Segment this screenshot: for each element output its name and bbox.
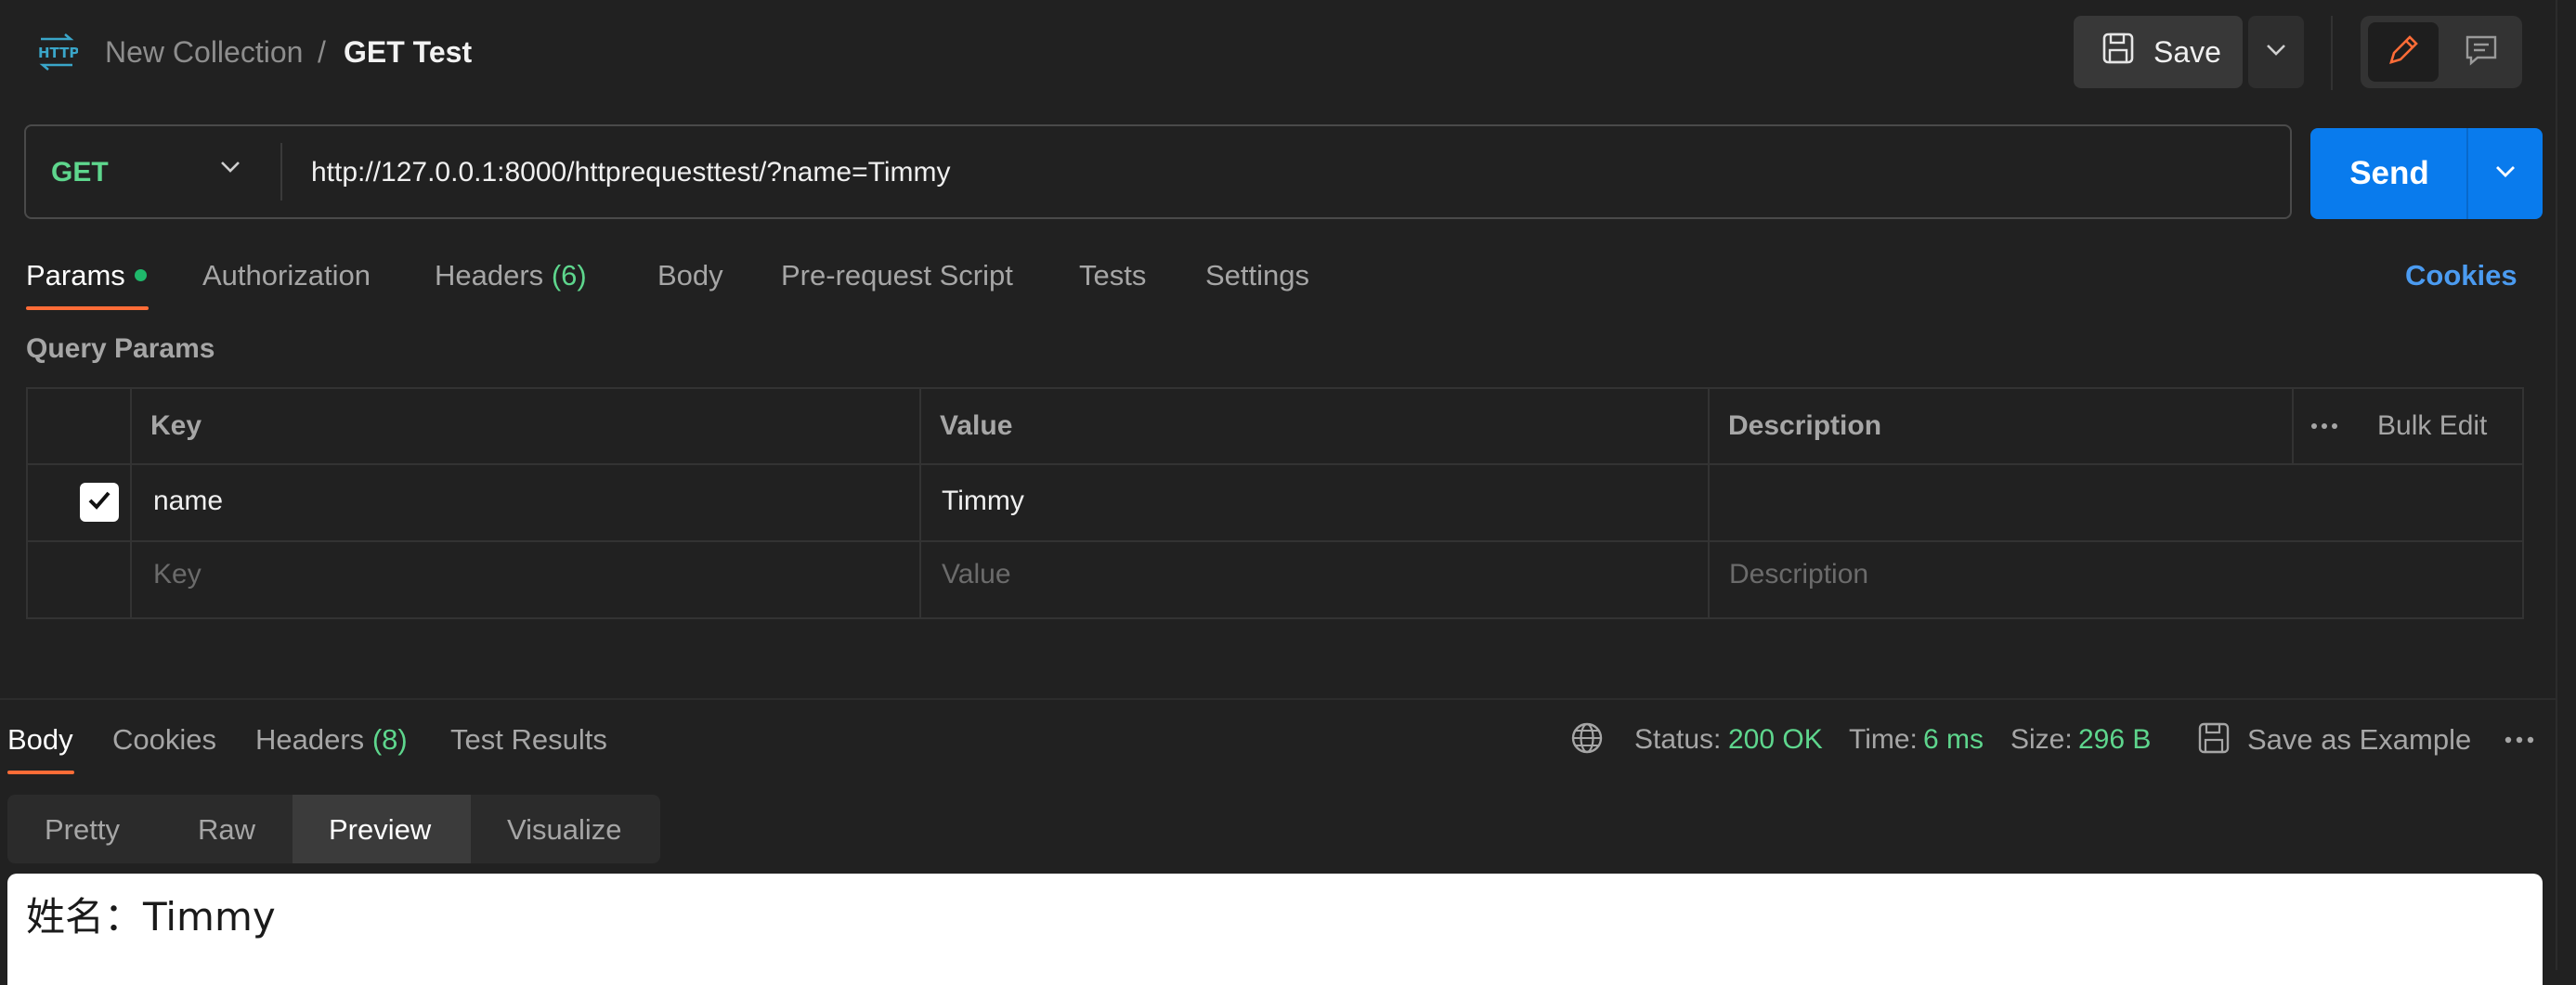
- tab-headers-count: (6): [551, 259, 587, 292]
- column-header-description: Description: [1728, 410, 1882, 441]
- bulk-edit-button[interactable]: Bulk Edit: [2377, 408, 2487, 444]
- pencil-icon: [2386, 32, 2421, 72]
- url-input[interactable]: http://127.0.0.1:8000/httprequesttest/?n…: [311, 155, 950, 190]
- method-select[interactable]: GET: [51, 156, 109, 189]
- save-as-example-button[interactable]: Save as Example: [2247, 721, 2471, 758]
- http-icon: HTTP: [35, 32, 79, 72]
- tab-headers-label: Headers: [435, 259, 544, 292]
- tab-body[interactable]: Body: [657, 257, 723, 294]
- check-icon: [85, 486, 113, 519]
- response-tab-body[interactable]: Body: [7, 721, 73, 758]
- response-divider[interactable]: [0, 698, 2556, 700]
- header-divider: [2331, 16, 2333, 90]
- chevron-down-icon[interactable]: [219, 160, 241, 179]
- query-params-table: [26, 387, 2524, 619]
- param-value-cell[interactable]: Timmy: [942, 484, 1024, 519]
- breadcrumb-separator: /: [318, 35, 326, 69]
- tab-params[interactable]: Params: [26, 257, 125, 294]
- active-tab-indicator: [26, 306, 149, 310]
- url-divider: [280, 143, 282, 201]
- table-divider: [1708, 387, 1710, 619]
- save-options-button[interactable]: [2248, 16, 2304, 88]
- table-divider: [26, 463, 2524, 465]
- response-preview-text: 姓名：Timmy: [26, 894, 276, 940]
- response-tab-headers[interactable]: Headers (8): [255, 721, 408, 758]
- response-tab-headers-count: (8): [371, 723, 408, 756]
- time-value[interactable]: 6 ms: [1923, 721, 1984, 758]
- size-value[interactable]: 296 B: [2078, 721, 2151, 758]
- save-icon[interactable]: [2197, 720, 2231, 760]
- view-raw[interactable]: Raw: [198, 811, 255, 849]
- tab-tests[interactable]: Tests: [1079, 257, 1146, 294]
- view-preview[interactable]: Preview: [329, 811, 431, 849]
- response-tab-test-results[interactable]: Test Results: [450, 721, 607, 758]
- tab-authorization[interactable]: Authorization: [202, 257, 371, 294]
- globe-icon[interactable]: [1569, 720, 1605, 760]
- query-params-title: Query Params: [26, 333, 215, 364]
- table-divider: [2292, 387, 2294, 464]
- new-description-input[interactable]: Description: [1729, 557, 1868, 592]
- chevron-down-icon: [2494, 164, 2517, 184]
- new-value-input[interactable]: Value: [942, 557, 1011, 592]
- view-visualize[interactable]: Visualize: [507, 811, 622, 849]
- param-enabled-checkbox[interactable]: [80, 483, 119, 522]
- column-header-key: Key: [150, 410, 202, 441]
- save-button[interactable]: Save: [2074, 16, 2243, 88]
- save-label: Save: [2153, 34, 2221, 69]
- tab-settings[interactable]: Settings: [1205, 257, 1309, 294]
- response-preview-pane: [7, 874, 2543, 985]
- tab-prerequest-script[interactable]: Pre-request Script: [781, 257, 1013, 294]
- chevron-down-icon: [2265, 43, 2287, 62]
- comment-icon: [2464, 32, 2499, 72]
- table-divider: [919, 387, 921, 619]
- comments-button[interactable]: [2446, 22, 2517, 82]
- active-response-tab-indicator: [7, 771, 74, 774]
- status-value[interactable]: 200 OK: [1728, 721, 1823, 758]
- tab-headers[interactable]: Headers (6): [435, 257, 587, 294]
- send-options-button[interactable]: [2468, 128, 2543, 219]
- request-title[interactable]: GET Test: [344, 33, 472, 71]
- params-active-dot: [135, 269, 147, 281]
- breadcrumb-collection[interactable]: New Collection: [105, 33, 303, 71]
- param-key-cell[interactable]: name: [153, 484, 223, 519]
- response-tab-cookies[interactable]: Cookies: [112, 721, 216, 758]
- view-pretty[interactable]: Pretty: [45, 811, 120, 849]
- column-header-value: Value: [940, 410, 1013, 441]
- more-options-icon[interactable]: [2502, 730, 2537, 755]
- send-button[interactable]: Send: [2310, 128, 2468, 219]
- status-label: Status:: [1634, 724, 1722, 755]
- panel-edge: [2556, 0, 2557, 970]
- table-divider: [130, 387, 132, 619]
- size-label: Size:: [2010, 724, 2073, 755]
- save-icon: [2101, 32, 2135, 72]
- table-divider: [26, 540, 2524, 542]
- new-key-input[interactable]: Key: [153, 557, 202, 592]
- time-label: Time:: [1849, 724, 1918, 755]
- cookies-link[interactable]: Cookies: [2405, 257, 2517, 294]
- svg-text:HTTP: HTTP: [38, 45, 78, 61]
- response-tab-headers-label: Headers: [255, 723, 365, 756]
- more-options-icon[interactable]: [2309, 415, 2340, 442]
- edit-mode-button[interactable]: [2368, 22, 2439, 82]
